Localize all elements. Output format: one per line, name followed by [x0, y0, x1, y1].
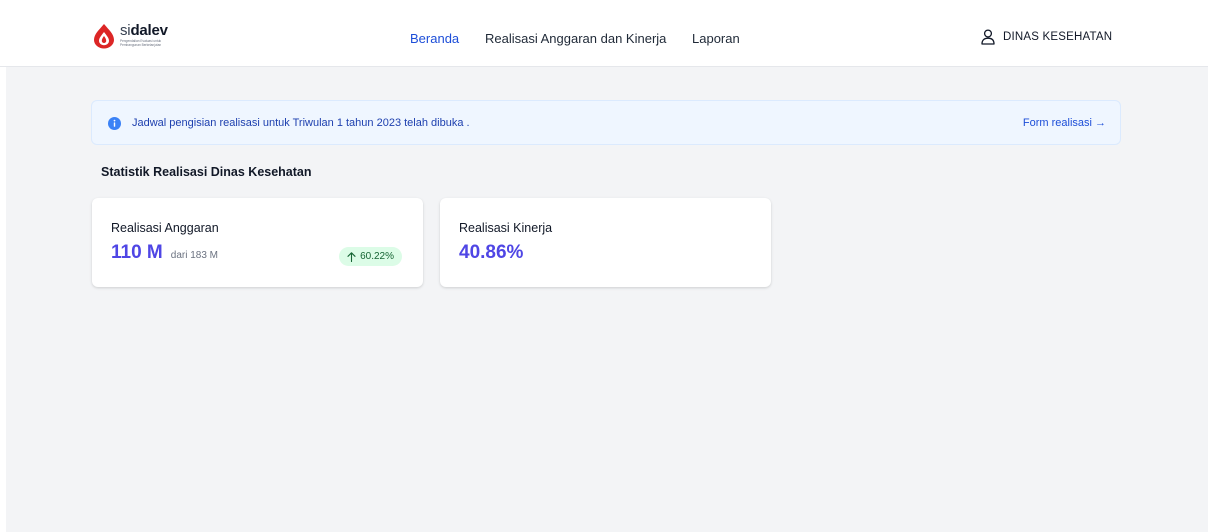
stat-card-anggaran: Realisasi Anggaran 110 M dari 183 M 60.2…	[92, 198, 423, 287]
change-badge-text: 60.22%	[360, 251, 394, 262]
schedule-alert: Jadwal pengisian realisasi untuk Triwula…	[91, 100, 1121, 145]
user-icon	[981, 29, 995, 45]
stat-value: 110 M	[111, 242, 163, 263]
stats-title: Statistik Realisasi Dinas Kesehatan	[101, 165, 312, 179]
stat-card-kinerja: Realisasi Kinerja 40.86%	[440, 198, 771, 287]
info-icon	[108, 117, 121, 130]
arrow-up-icon	[347, 251, 356, 262]
nav-item-realisasi[interactable]: Realisasi Anggaran dan Kinerja	[485, 31, 666, 46]
alert-message: Jadwal pengisian realisasi untuk Triwula…	[132, 117, 470, 129]
stat-card-label: Realisasi Anggaran	[111, 221, 219, 235]
stat-card-label: Realisasi Kinerja	[459, 221, 553, 235]
stat-value-row: 40.86%	[459, 242, 523, 264]
nav-item-beranda[interactable]: Beranda	[410, 31, 459, 46]
stat-value-row: 110 M dari 183 M	[111, 242, 218, 264]
page-left-edge	[0, 0, 6, 532]
change-badge: 60.22%	[339, 247, 402, 266]
stat-value: 40.86%	[459, 242, 524, 263]
user-menu[interactable]: DINAS KESEHATAN	[981, 29, 1112, 45]
nav-item-laporan[interactable]: Laporan	[692, 31, 740, 46]
top-navbar: sidalev Pengendalian Evaluasi untuk Pemb…	[0, 0, 1208, 67]
form-realisasi-label: Form realisasi	[1022, 117, 1092, 129]
arrow-right-icon: →	[1095, 117, 1106, 129]
form-realisasi-link[interactable]: Form realisasi →	[1023, 117, 1106, 129]
user-name: DINAS KESEHATAN	[1003, 31, 1113, 43]
stat-subtext: dari 183 M	[170, 250, 219, 261]
